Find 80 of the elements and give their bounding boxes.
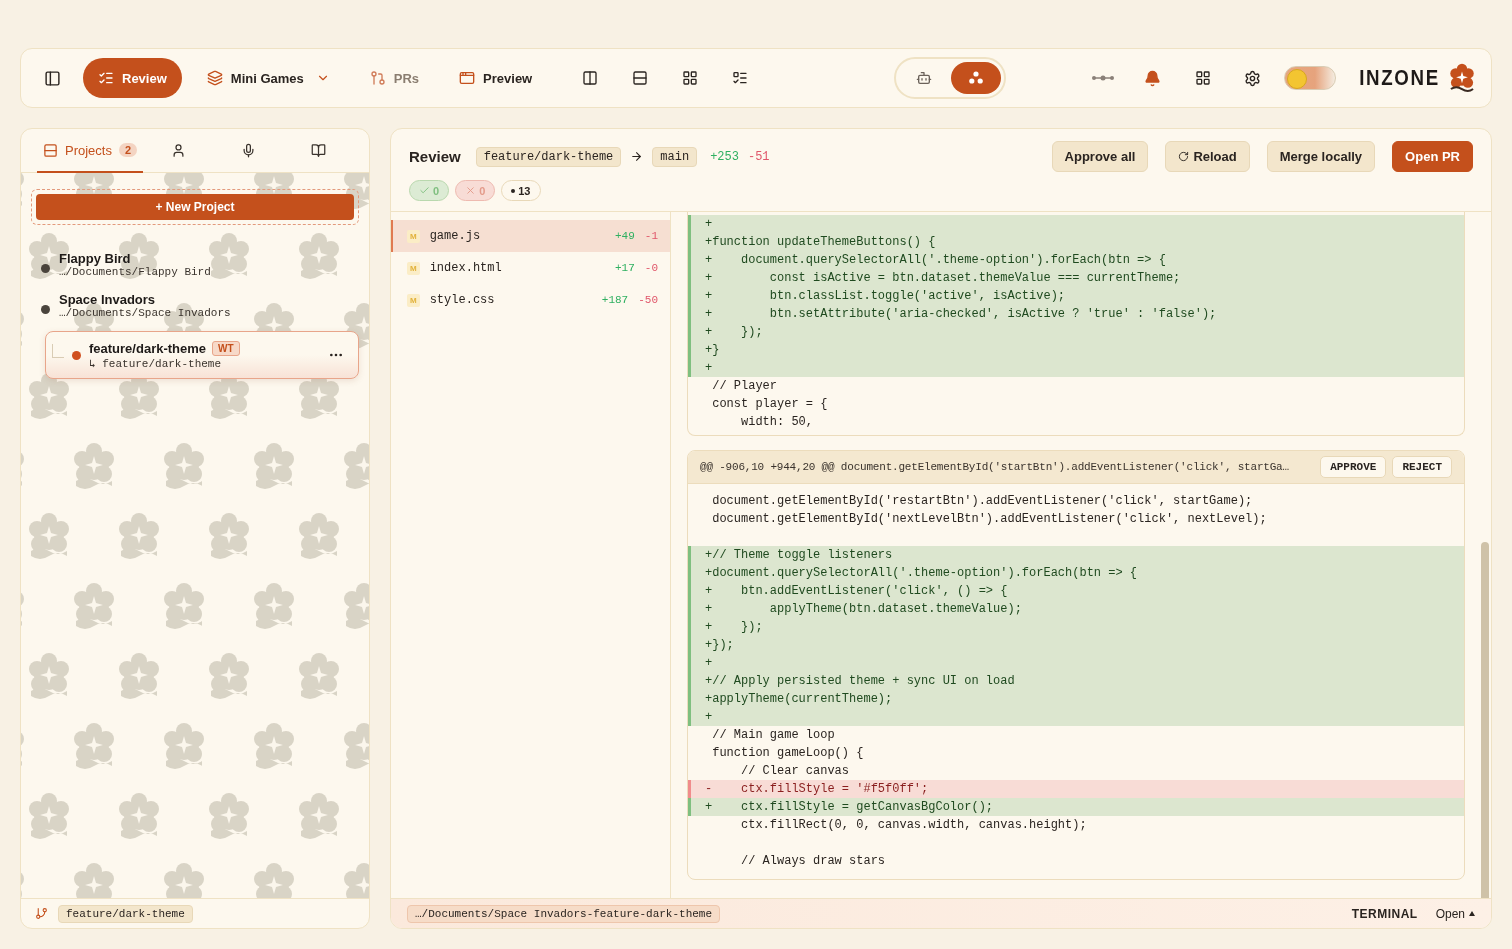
count-badge: 2 xyxy=(118,143,138,157)
terminal-label: TERMINAL xyxy=(1351,906,1418,921)
scrollbar-thumb[interactable] xyxy=(1481,542,1489,898)
branch-icon xyxy=(35,907,48,920)
three-dots-icon xyxy=(967,70,984,86)
review-counter: 0 xyxy=(455,180,496,201)
code-line: // Clear canvas xyxy=(740,763,851,780)
dot-icon xyxy=(511,188,516,193)
code-line: // Always draw stars xyxy=(740,853,887,870)
hunk-action-button[interactable]: REJECT xyxy=(1392,456,1452,478)
code-line: ctx.fillRect(0, 0, canvas.width, canvas.height); xyxy=(740,817,1088,834)
added-count: +253 xyxy=(710,149,739,164)
microphone-icon xyxy=(240,142,256,158)
window-icon xyxy=(459,70,476,86)
modified-badge: M xyxy=(407,261,420,275)
user-icon xyxy=(170,142,186,158)
layers-icon xyxy=(206,70,223,86)
open-terminal-button[interactable]: Open xyxy=(1435,906,1475,921)
review-counter: 0 xyxy=(409,180,450,201)
pull-request-icon xyxy=(369,70,386,86)
removed-count: -0 xyxy=(644,262,658,274)
removed-count: -51 xyxy=(747,149,770,164)
caret-up-icon xyxy=(1469,911,1475,916)
added-count: +187 xyxy=(601,294,629,306)
nodes-mode-button[interactable] xyxy=(950,62,1001,94)
file-row[interactable]: M index.html +17 -0 xyxy=(391,252,670,284)
added-count: +49 xyxy=(615,230,635,242)
check-icon xyxy=(419,185,430,196)
nav-tab[interactable]: Preview xyxy=(444,58,548,98)
theme-toggle[interactable] xyxy=(1283,66,1336,90)
action-button[interactable]: Reload xyxy=(1165,141,1250,172)
flower-logo-icon xyxy=(1447,63,1477,93)
action-button[interactable]: Open PR xyxy=(1392,141,1473,172)
code-line: const player = { xyxy=(711,396,829,413)
code-line: // Main game loop xyxy=(711,727,836,744)
branch-chip: feature/dark-theme xyxy=(58,904,193,923)
review-title: Review xyxy=(409,148,461,165)
path-chip: …/Documents/Space Invadors-feature-dark-theme xyxy=(407,904,721,923)
modified-badge: M xyxy=(407,293,420,307)
code-line: function gameLoop() { xyxy=(711,745,865,762)
robot-icon xyxy=(915,70,932,86)
hunk-action-button[interactable]: APPROVE xyxy=(1320,456,1387,478)
logo-wordmark: INZONE xyxy=(1359,65,1440,91)
source-branch-chip: feature/dark-theme xyxy=(475,146,622,167)
code-line: // Player xyxy=(711,378,778,395)
reload-icon xyxy=(1178,151,1190,162)
action-button[interactable]: Merge locally xyxy=(1266,141,1376,172)
nav-tab[interactable]: Mini Games xyxy=(191,58,345,98)
nav-tab[interactable]: Review xyxy=(83,58,182,98)
worktree-name: feature/dark-theme xyxy=(89,340,207,356)
project-path: …/Documents/Space Invadors xyxy=(59,307,232,319)
arrow-right-icon xyxy=(630,150,644,163)
branch-name: ↳ feature/dark-theme xyxy=(89,356,223,370)
project-name[interactable]: Space Invadors xyxy=(59,292,349,307)
new-project-button[interactable]: + New Project xyxy=(36,194,354,220)
code-line: width: 50, xyxy=(740,414,815,431)
projects-icon xyxy=(43,142,58,158)
project-path: …/Documents/Flappy Bird xyxy=(59,266,212,278)
target-branch-chip: main xyxy=(652,146,698,167)
code-line: document.getElementById('nextLevelBtn').addEventListener('click', nextLevel); xyxy=(711,511,1268,528)
file-name: game.js xyxy=(429,229,482,243)
review-counter: 13 xyxy=(501,180,541,201)
worktree-badge: WT xyxy=(212,340,240,356)
file-row[interactable]: M style.css +187 -50 xyxy=(391,284,670,316)
worktree-item[interactable]: feature/dark-theme WT ↳ feature/dark-theme xyxy=(45,331,359,379)
file-row[interactable]: M game.js +49 -1 xyxy=(391,220,670,252)
added-count: +17 xyxy=(615,262,635,274)
book-icon xyxy=(310,142,326,158)
checklist-icon xyxy=(98,70,114,86)
file-name: style.css xyxy=(429,293,496,307)
project-name[interactable]: Flappy Bird xyxy=(59,251,349,266)
slider-line-icon[interactable] xyxy=(1091,74,1114,82)
code-line: document.getElementById('restartBtn').addEventListener('click', startGame); xyxy=(711,493,1254,510)
hunk-header: @@ -906,10 +944,20 @@ document.getElementById('startBtn').addEventListener('click', startGa… xyxy=(700,461,1290,473)
file-name: index.html xyxy=(429,261,503,275)
removed-count: -50 xyxy=(638,294,658,306)
removed-count: -1 xyxy=(644,230,658,242)
action-button[interactable]: Approve all xyxy=(1051,141,1149,172)
modified-badge: M xyxy=(407,229,420,243)
x-icon xyxy=(465,185,477,196)
